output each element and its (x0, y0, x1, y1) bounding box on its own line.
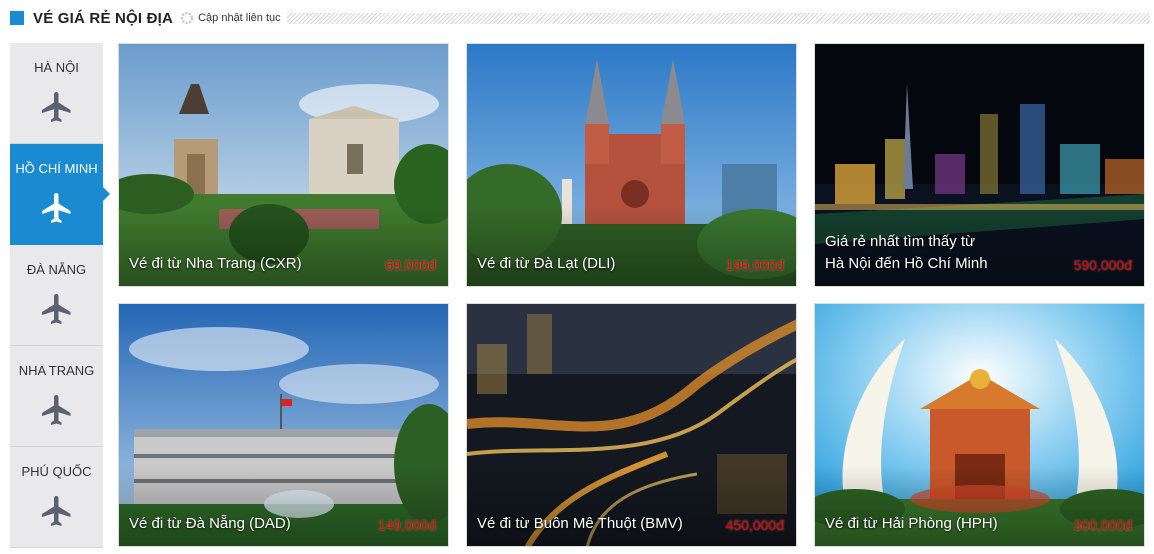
deal-caption: Vé đi từ Đà Nẵng (DAD) (129, 515, 291, 532)
deal-card-nha-trang[interactable]: Vé đi từ Nha Trang (CXR) 69,000đ (118, 43, 449, 287)
section-header: VÉ GIÁ RẺ NỘI ĐỊA Cập nhật liên tục (10, 8, 1150, 28)
deal-card-da-nang[interactable]: Vé đi từ Đà Nẵng (DAD) 149,000đ (118, 303, 449, 547)
deal-price: 199,000đ (725, 257, 784, 273)
deal-price: 149,000đ (377, 517, 436, 533)
deal-caption-line1: Giá rẻ nhất tìm thấy từ (825, 233, 976, 250)
airplane-icon (41, 193, 70, 223)
sidebar-item-ha-noi[interactable]: HÀ NỘI (10, 43, 103, 144)
deal-card-buon-me-thuot[interactable]: Vé đi từ Buôn Mê Thuột (BMV) 450,000đ (466, 303, 797, 547)
deal-price: 450,000đ (725, 517, 784, 533)
header-divider (286, 12, 1150, 24)
sidebar-item-phu-quoc[interactable]: PHÚ QUỐC (10, 447, 103, 548)
sidebar-item-nha-trang[interactable]: NHA TRANG (10, 346, 103, 447)
sidebar-item-ho-chi-minh[interactable]: HỒ CHÍ MINH (10, 144, 110, 245)
airplane-icon (41, 294, 70, 324)
deal-caption: Vé đi từ Đà Lạt (DLI) (477, 255, 616, 272)
sidebar-item-label: PHÚ QUỐC (21, 464, 92, 479)
deal-price: 69,000đ (385, 257, 436, 273)
deal-price: 590,000đ (1073, 257, 1132, 273)
section-marker-icon (10, 11, 24, 25)
refresh-spinner-icon (180, 11, 194, 25)
deal-caption: Vé đi từ Buôn Mê Thuột (BMV) (477, 515, 683, 532)
airplane-icon (41, 395, 70, 425)
section-title: VÉ GIÁ RẺ NỘI ĐỊA (33, 9, 174, 27)
sidebar-item-label: HỒ CHÍ MINH (15, 161, 98, 176)
deal-card-hai-phong[interactable]: Vé đi từ Hải Phòng (HPH) 300,000đ (814, 303, 1145, 547)
sidebar-item-label: NHA TRANG (18, 363, 95, 378)
deal-caption: Giá rẻ nhất tìm thấy từ Hà Nội đến Hồ Ch… (825, 231, 988, 275)
deal-caption: Vé đi từ Hải Phòng (HPH) (825, 515, 998, 532)
sidebar-item-label: ĐÀ NẴNG (26, 262, 87, 277)
sidebar-item-da-nang[interactable]: ĐÀ NẴNG (10, 245, 103, 346)
deal-caption: Vé đi từ Nha Trang (CXR) (129, 255, 302, 272)
airplane-icon (41, 496, 70, 526)
deal-price: 300,000đ (1073, 517, 1132, 533)
sidebar-item-label: HÀ NỘI (34, 60, 79, 75)
airplane-icon (41, 92, 70, 122)
update-status-text: Cập nhật liên tục (198, 12, 281, 24)
deal-caption-line2: Hà Nội đến Hồ Chí Minh (825, 255, 988, 272)
deal-card-da-lat[interactable]: Vé đi từ Đà Lạt (DLI) 199,000đ (466, 43, 797, 287)
city-sidebar: HÀ NỘI HỒ CHÍ MINH ĐÀ NẴNG NHA TRANG PHÚ… (10, 43, 110, 548)
deal-card-ha-noi-ho-chi-minh[interactable]: Giá rẻ nhất tìm thấy từ Hà Nội đến Hồ Ch… (814, 43, 1145, 287)
